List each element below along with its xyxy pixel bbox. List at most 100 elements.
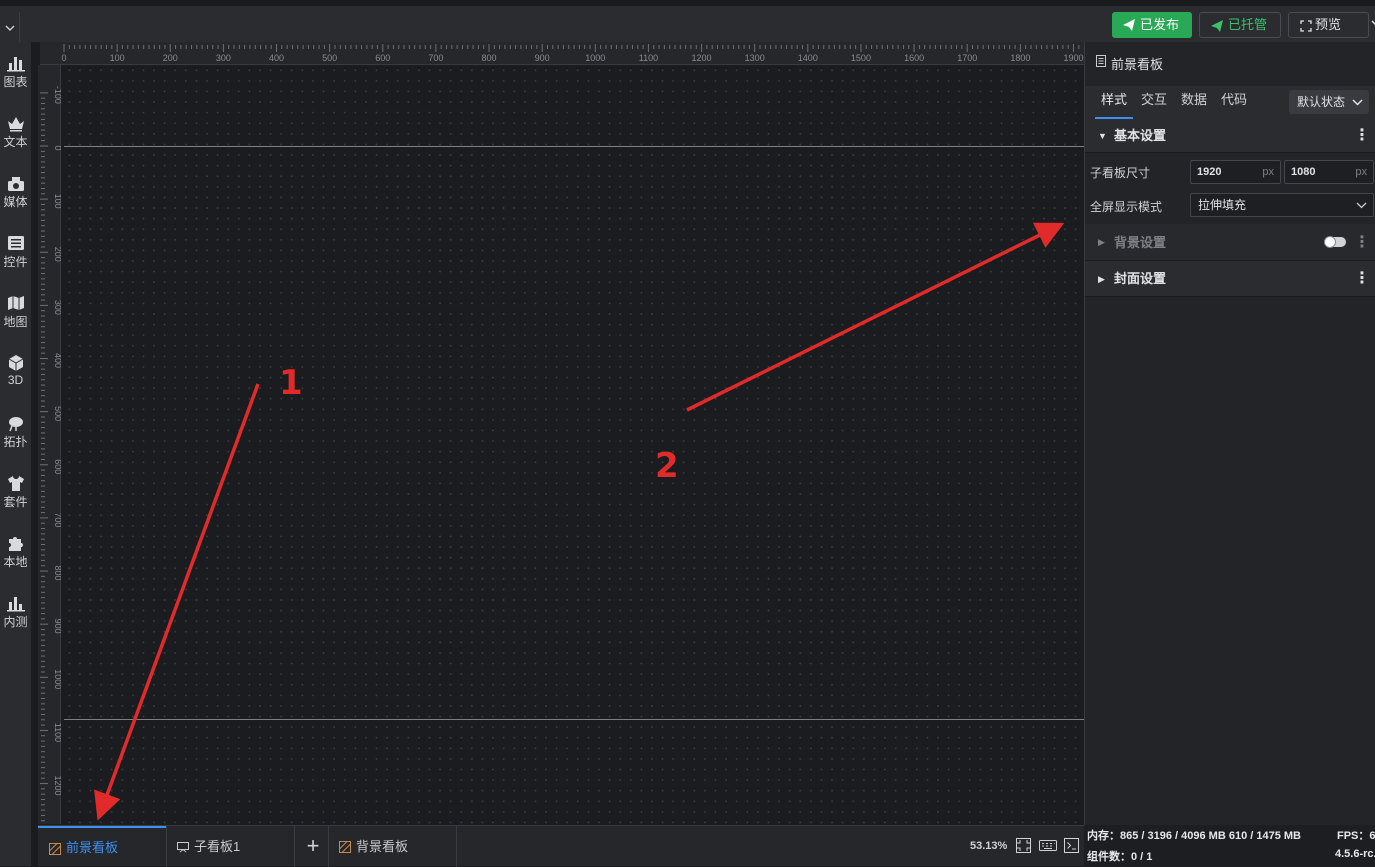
ruler-label: 900 [535,53,550,63]
component-sidebar: 图表 文本 媒体 控件 地图 3D 拓扑 套件 本地 内测 [0,42,31,866]
preview-label: 预览 [1315,17,1342,32]
caret-right-icon: ▶ [1098,237,1105,247]
ruler-label: 800 [482,53,497,63]
ruler-label: 500 [322,53,337,63]
tab-style[interactable]: 样式 [1095,86,1133,119]
sidebar-item-beta[interactable]: 内测 [0,594,31,644]
sidebar-item-kits[interactable]: 套件 [0,474,31,524]
ruler-label: 200 [53,247,61,262]
background-board-icon [339,841,351,853]
hosted-label: 已托管 [1228,17,1268,32]
fullscreen-mode-label: 全屏显示模式 [1090,200,1163,214]
ruler-label: 400 [269,53,284,63]
ruler-label: 700 [53,512,61,527]
fit-screen-icon[interactable] [1016,838,1031,853]
zoom-level[interactable]: 53.13% [970,826,1007,867]
state-select[interactable]: 默认状态 [1289,90,1369,114]
sidebar-item-label: 文本 [3,135,28,149]
status-bar: 内存：865 / 3196 / 4096 MB 610 / 1475 MB FP… [1084,825,1375,866]
hosted-button[interactable]: 已托管 [1199,12,1281,38]
sidebar-item-charts[interactable]: 图表 [0,54,31,104]
console-icon[interactable] [1064,838,1079,853]
more-options-icon[interactable]: ⋮ [1354,261,1370,297]
add-tab-button[interactable]: + [302,826,324,867]
top-toolbar: 已发布 已托管 预览 [0,0,1375,42]
annotation-number-1: 1 [279,363,303,403]
board-width-input[interactable]: 1920 px [1190,160,1281,184]
tab-data[interactable]: 数据 [1175,86,1213,119]
ruler-label: 1800 [1010,53,1030,63]
sidebar-item-label: 媒体 [3,195,28,209]
sidebar-item-label: 图表 [3,75,28,89]
sidebar-item-label: 内测 [3,615,28,629]
properties-panel: 前景看板 样式 交互 数据 代码 默认状态 ▼ 基本设置 ⋮ 子看板尺寸 192… [1084,42,1375,825]
tab-foreground-board[interactable]: 前景看板 [38,826,166,867]
more-options-icon[interactable]: ⋮ [1354,224,1370,261]
ruler-label: 200 [163,53,178,63]
sidebar-item-text[interactable]: 文本 [0,114,31,164]
ruler-label: 1400 [798,53,818,63]
state-select-value: 默认状态 [1297,95,1346,109]
keyboard-icon[interactable] [1039,838,1057,852]
fullscreen-mode-select[interactable]: 拉伸填充 [1190,193,1374,217]
section-title: 封面设置 [1114,271,1167,286]
section-cover-settings[interactable]: ▶ 封面设置 ⋮ [1085,261,1375,297]
canvas-guide-line-bottom[interactable] [64,719,1084,720]
more-options-icon[interactable]: ⋮ [1354,119,1370,153]
vertical-ruler[interactable]: -100 0 100 200 300 400 500 600 700 800 900 1000 1100… [38,65,63,824]
sidebar-item-widgets[interactable]: 控件 [0,234,31,284]
section-basic-settings[interactable]: ▼ 基本设置 ⋮ [1085,119,1375,153]
ruler-label: 300 [53,300,61,315]
sidebar-item-media[interactable]: 媒体 [0,174,31,224]
document-icon [1096,55,1106,67]
published-button[interactable]: 已发布 [1112,12,1192,38]
ruler-label: 600 [53,459,61,474]
chevron-down-icon[interactable] [0,12,20,42]
board-tab-bar: 前景看板 子看板1 + 背景看板 53.13% [38,825,1084,867]
board-height-value: 1080 [1291,166,1316,178]
sidebar-item-label: 控件 [3,255,28,269]
tab-sub-board-1[interactable]: 子看板1 [166,826,294,867]
sidebar-item-label: 套件 [3,495,28,509]
annotation-number-2: 2 [655,446,679,486]
board-height-input[interactable]: 1080 px [1284,160,1374,184]
fullscreen-mode-value: 拉伸填充 [1198,198,1247,212]
design-canvas[interactable] [64,65,1084,824]
ruler-label: 1200 [53,776,61,796]
sidebar-item-map[interactable]: 地图 [0,294,31,344]
beta-chart-icon [6,597,25,612]
tab-label: 背景看板 [356,839,409,854]
component-count: 组件数：0 / 1 [1087,851,1153,863]
sidebar-item-local[interactable]: 本地 [0,534,31,584]
horizontal-ruler[interactable]: 0 100 200 300 400 500 600 700 800 900 1000 1100 1200… [40,42,1084,65]
ruler-label: 100 [110,53,125,63]
sidebar-item-label: 地图 [3,315,28,329]
ruler-label: 600 [375,53,390,63]
unit-label: px [1355,166,1367,178]
ruler-label: 1500 [851,53,871,63]
bar-chart-icon [6,57,25,72]
sidebar-item-label: 本地 [3,555,28,569]
ruler-label: 0 [53,145,61,150]
tab-interaction[interactable]: 交互 [1135,86,1173,119]
send-icon [1211,20,1223,32]
sidebar-item-topology[interactable]: 拓扑 [0,414,31,464]
media-camera-icon [7,177,24,191]
memory-status: 内存：865 / 3196 / 4096 MB 610 / 1475 MB [1087,830,1302,842]
horizontal-ruler-ticks: 0 100 200 300 400 500 600 700 800 900 1000 1100 1200… [61,44,1083,63]
section-background-settings[interactable]: ▶ 背景设置 ⋮ [1085,224,1375,261]
published-label: 已发布 [1140,17,1180,32]
background-toggle[interactable] [1324,236,1346,248]
canvas-guide-line-top[interactable] [64,146,1084,147]
tab-code[interactable]: 代码 [1215,86,1253,119]
sidebar-item-3d[interactable]: 3D [0,354,31,404]
panel-title-text: 前景看板 [1111,57,1164,72]
caret-down-icon: ▼ [1098,131,1107,141]
section-title: 背景设置 [1114,235,1167,250]
tab-background-board[interactable]: 背景看板 [328,826,456,867]
board-width-value: 1920 [1197,166,1222,178]
fullscreen-icon [1300,20,1312,32]
preview-button[interactable]: 预览 [1288,12,1375,38]
ruler-label: 1900 [1063,53,1083,63]
ruler-label: 400 [53,353,61,368]
